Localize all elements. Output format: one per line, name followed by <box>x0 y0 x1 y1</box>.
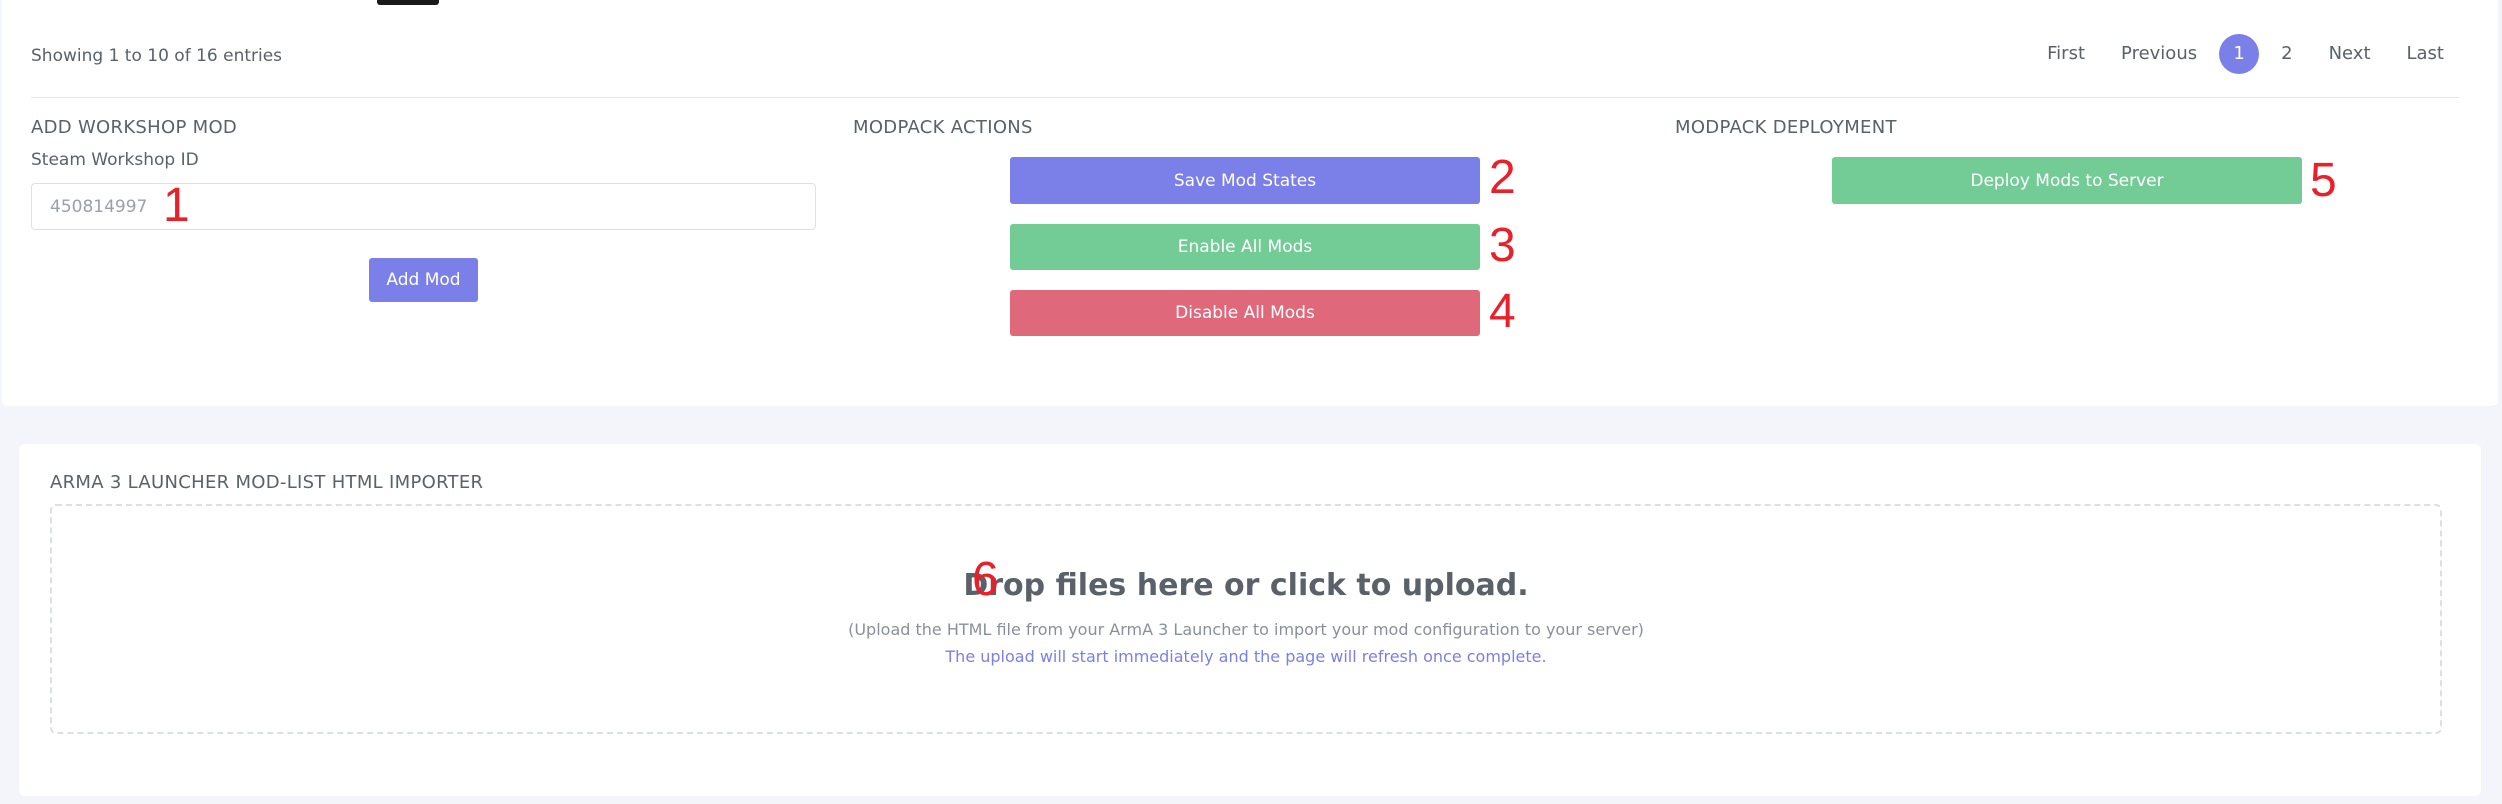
annotation-4: 4 <box>1489 285 1516 338</box>
drop-files-text: Drop files here or click to upload. <box>963 568 1529 603</box>
importer-title: ARMA 3 LAUNCHER MOD-LIST HTML IMPORTER <box>50 472 484 493</box>
page-1[interactable]: 1 <box>2219 34 2260 74</box>
steam-workshop-id-label: Steam Workshop ID <box>31 150 199 170</box>
entries-info: Showing 1 to 10 of 16 entries <box>31 46 283 66</box>
annotation-2: 2 <box>1489 151 1516 204</box>
page-2[interactable]: 2 <box>2263 34 2310 74</box>
annotation-6: 6 <box>972 553 999 606</box>
upload-dropzone[interactable]: Drop files here or click to upload. (Upl… <box>50 504 2442 734</box>
upload-note: The upload will start immediately and th… <box>945 647 1547 666</box>
page-next[interactable]: Next <box>2311 34 2389 74</box>
page-last[interactable]: Last <box>2389 34 2463 74</box>
modpack-deployment-title: MODPACK DEPLOYMENT <box>1675 117 1897 138</box>
add-mod-button[interactable]: Add Mod <box>369 258 478 302</box>
add-workshop-mod-title: ADD WORKSHOP MOD <box>31 117 238 138</box>
annotation-1: 1 <box>163 179 190 232</box>
deploy-mods-button[interactable]: Deploy Mods to Server <box>1832 157 2302 204</box>
logo-fragment <box>377 0 439 5</box>
annotation-5: 5 <box>2310 154 2337 207</box>
modpack-actions-title: MODPACK ACTIONS <box>853 117 1033 138</box>
pagination: First Previous 1 2 Next Last <box>2029 34 2462 74</box>
steam-workshop-id-input[interactable] <box>31 183 816 230</box>
page-first[interactable]: First <box>2029 34 2103 74</box>
disable-all-mods-button[interactable]: Disable All Mods <box>1010 290 1480 336</box>
save-mod-states-button[interactable]: Save Mod States <box>1010 157 1480 204</box>
upload-hint: (Upload the HTML file from your ArmA 3 L… <box>848 620 1644 639</box>
enable-all-mods-button[interactable]: Enable All Mods <box>1010 224 1480 270</box>
divider <box>31 97 2459 98</box>
annotation-3: 3 <box>1489 219 1516 272</box>
page-previous[interactable]: Previous <box>2103 34 2215 74</box>
